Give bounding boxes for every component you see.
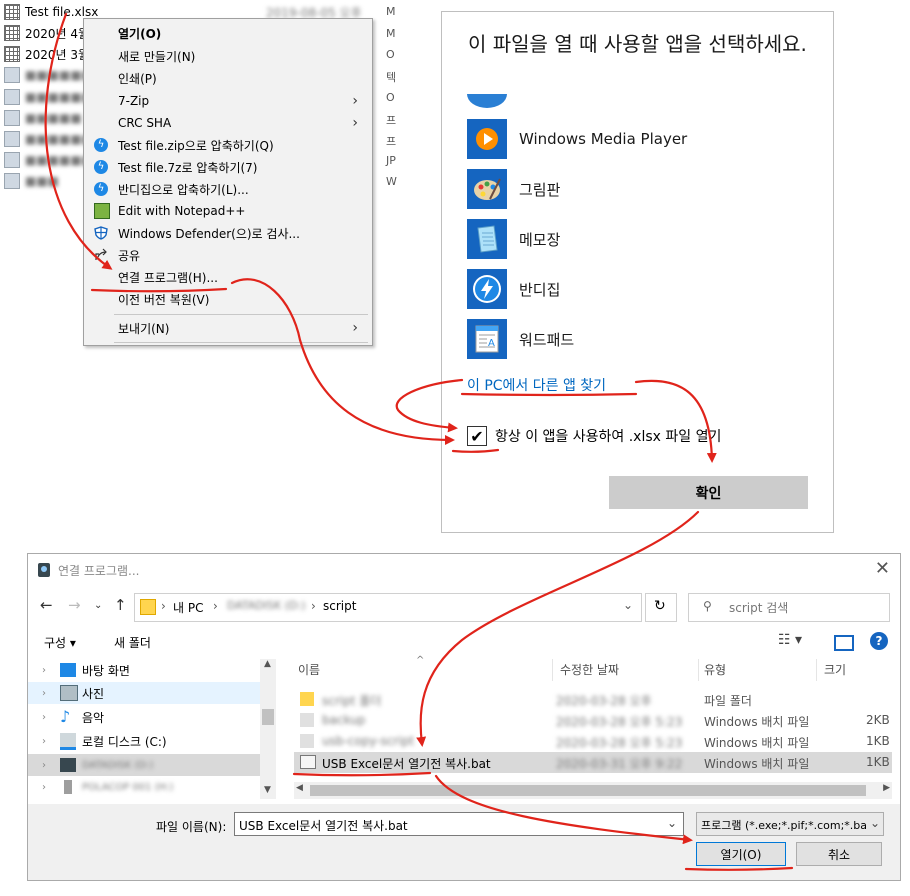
annotation-underline-open-with <box>90 287 228 293</box>
annotation-underline-find-app <box>460 392 638 397</box>
annotation-arrow-to-open-button <box>434 774 693 845</box>
annotation-overlay <box>44 12 794 871</box>
annotation-arrow-to-always-use <box>230 278 455 445</box>
annotation-loop-find-app <box>395 378 464 433</box>
annotation-underline-open-button <box>684 866 794 871</box>
annotation-arrow-to-ok <box>634 379 717 463</box>
annotation-underline-checkbox <box>451 448 500 453</box>
annotation-arrow-to-bat-file <box>416 510 700 747</box>
annotation-arrow-to-open-with <box>44 12 113 270</box>
annotation-underline-bat-file <box>292 771 432 777</box>
